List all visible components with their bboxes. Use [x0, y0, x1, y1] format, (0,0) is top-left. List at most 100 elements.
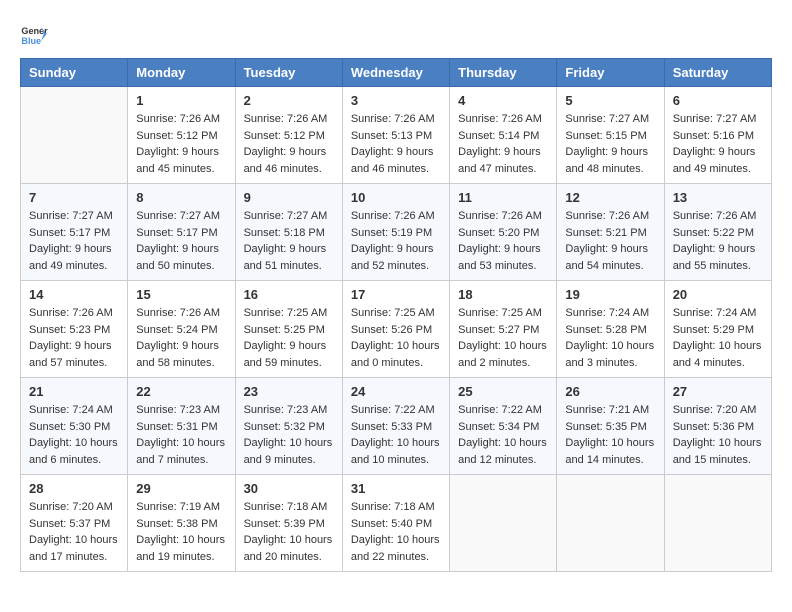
day-info: Sunrise: 7:23 AMSunset: 5:32 PMDaylight:…: [244, 402, 334, 468]
logo: General Blue: [20, 20, 52, 48]
weekday-header-sunday: Sunday: [21, 59, 128, 87]
day-number: 17: [351, 287, 441, 302]
calendar-cell: 5 Sunrise: 7:27 AMSunset: 5:15 PMDaylight…: [557, 87, 664, 184]
day-info: Sunrise: 7:18 AMSunset: 5:40 PMDaylight:…: [351, 499, 441, 565]
day-number: 22: [136, 384, 226, 399]
calendar-cell: 6 Sunrise: 7:27 AMSunset: 5:16 PMDaylight…: [664, 87, 771, 184]
day-info: Sunrise: 7:27 AMSunset: 5:17 PMDaylight:…: [29, 208, 119, 274]
calendar-cell: 2 Sunrise: 7:26 AMSunset: 5:12 PMDaylight…: [235, 87, 342, 184]
week-row-5: 28Sunrise: 7:20 AMSunset: 5:37 PMDayligh…: [21, 475, 772, 572]
calendar-cell: 16Sunrise: 7:25 AMSunset: 5:25 PMDayligh…: [235, 281, 342, 378]
calendar-cell: 4 Sunrise: 7:26 AMSunset: 5:14 PMDaylight…: [450, 87, 557, 184]
day-number: 21: [29, 384, 119, 399]
weekday-header-row: SundayMondayTuesdayWednesdayThursdayFrid…: [21, 59, 772, 87]
week-row-4: 21 Sunrise: 7:24 AMSunset: 5:30 PMDayligh…: [21, 378, 772, 475]
calendar-cell: 28Sunrise: 7:20 AMSunset: 5:37 PMDayligh…: [21, 475, 128, 572]
day-number: 12: [565, 190, 655, 205]
day-number: 31: [351, 481, 441, 496]
day-number: 13: [673, 190, 763, 205]
day-info: Sunrise: 7:26 AMSunset: 5:12 PMDaylight:…: [244, 111, 334, 177]
day-info: Sunrise: 7:27 AMSunset: 5:16 PMDaylight:…: [673, 111, 763, 177]
day-info: Sunrise: 7:25 AMSunset: 5:27 PMDaylight:…: [458, 305, 548, 371]
day-info: Sunrise: 7:23 AMSunset: 5:31 PMDaylight:…: [136, 402, 226, 468]
calendar-cell: 12 Sunrise: 7:26 AMSunset: 5:21 PMDayligh…: [557, 184, 664, 281]
day-info: Sunrise: 7:25 AMSunset: 5:26 PMDaylight:…: [351, 305, 441, 371]
day-info: Sunrise: 7:26 AMSunset: 5:22 PMDaylight:…: [673, 208, 763, 274]
calendar-cell: 1 Sunrise: 7:26 AMSunset: 5:12 PMDaylight…: [128, 87, 235, 184]
calendar-cell: 30 Sunrise: 7:18 AMSunset: 5:39 PMDayligh…: [235, 475, 342, 572]
calendar-cell: 29 Sunrise: 7:19 AMSunset: 5:38 PMDayligh…: [128, 475, 235, 572]
calendar-cell: 31 Sunrise: 7:18 AMSunset: 5:40 PMDayligh…: [342, 475, 449, 572]
calendar-cell: 11 Sunrise: 7:26 AMSunset: 5:20 PMDayligh…: [450, 184, 557, 281]
day-info: Sunrise: 7:20 AMSunset: 5:36 PMDaylight:…: [673, 402, 763, 468]
week-row-2: 7Sunrise: 7:27 AMSunset: 5:17 PMDaylight…: [21, 184, 772, 281]
day-info: Sunrise: 7:24 AMSunset: 5:30 PMDaylight:…: [29, 402, 119, 468]
weekday-header-friday: Friday: [557, 59, 664, 87]
day-info: Sunrise: 7:26 AMSunset: 5:13 PMDaylight:…: [351, 111, 441, 177]
week-row-3: 14Sunrise: 7:26 AMSunset: 5:23 PMDayligh…: [21, 281, 772, 378]
calendar-cell: 27 Sunrise: 7:20 AMSunset: 5:36 PMDayligh…: [664, 378, 771, 475]
day-number: 5: [565, 93, 655, 108]
calendar-cell: 8 Sunrise: 7:27 AMSunset: 5:17 PMDaylight…: [128, 184, 235, 281]
calendar-cell: 7Sunrise: 7:27 AMSunset: 5:17 PMDaylight…: [21, 184, 128, 281]
day-number: 8: [136, 190, 226, 205]
day-info: Sunrise: 7:26 AMSunset: 5:12 PMDaylight:…: [136, 111, 226, 177]
day-info: Sunrise: 7:27 AMSunset: 5:17 PMDaylight:…: [136, 208, 226, 274]
weekday-header-saturday: Saturday: [664, 59, 771, 87]
weekday-header-wednesday: Wednesday: [342, 59, 449, 87]
day-number: 27: [673, 384, 763, 399]
calendar-cell: 23 Sunrise: 7:23 AMSunset: 5:32 PMDayligh…: [235, 378, 342, 475]
calendar-cell: 17 Sunrise: 7:25 AMSunset: 5:26 PMDayligh…: [342, 281, 449, 378]
logo-icon: General Blue: [20, 20, 48, 48]
calendar-cell: 25Sunrise: 7:22 AMSunset: 5:34 PMDayligh…: [450, 378, 557, 475]
day-number: 29: [136, 481, 226, 496]
day-number: 4: [458, 93, 548, 108]
day-info: Sunrise: 7:27 AMSunset: 5:15 PMDaylight:…: [565, 111, 655, 177]
page-header: General Blue: [20, 20, 772, 48]
day-number: 20: [673, 287, 763, 302]
day-number: 16: [244, 287, 334, 302]
calendar-cell: 18 Sunrise: 7:25 AMSunset: 5:27 PMDayligh…: [450, 281, 557, 378]
calendar-cell: [450, 475, 557, 572]
calendar-cell: [664, 475, 771, 572]
day-info: Sunrise: 7:27 AMSunset: 5:18 PMDaylight:…: [244, 208, 334, 274]
calendar-cell: 22 Sunrise: 7:23 AMSunset: 5:31 PMDayligh…: [128, 378, 235, 475]
day-number: 30: [244, 481, 334, 496]
day-number: 6: [673, 93, 763, 108]
day-number: 23: [244, 384, 334, 399]
day-info: Sunrise: 7:18 AMSunset: 5:39 PMDaylight:…: [244, 499, 334, 565]
weekday-header-monday: Monday: [128, 59, 235, 87]
day-number: 28: [29, 481, 119, 496]
day-number: 2: [244, 93, 334, 108]
day-info: Sunrise: 7:19 AMSunset: 5:38 PMDaylight:…: [136, 499, 226, 565]
day-info: Sunrise: 7:24 AMSunset: 5:28 PMDaylight:…: [565, 305, 655, 371]
day-info: Sunrise: 7:21 AMSunset: 5:35 PMDaylight:…: [565, 402, 655, 468]
day-number: 11: [458, 190, 548, 205]
day-info: Sunrise: 7:22 AMSunset: 5:33 PMDaylight:…: [351, 402, 441, 468]
day-number: 1: [136, 93, 226, 108]
calendar-cell: [21, 87, 128, 184]
day-number: 24: [351, 384, 441, 399]
weekday-header-thursday: Thursday: [450, 59, 557, 87]
day-number: 15: [136, 287, 226, 302]
calendar-table: SundayMondayTuesdayWednesdayThursdayFrid…: [20, 58, 772, 572]
day-info: Sunrise: 7:26 AMSunset: 5:21 PMDaylight:…: [565, 208, 655, 274]
day-info: Sunrise: 7:26 AMSunset: 5:24 PMDaylight:…: [136, 305, 226, 371]
calendar-cell: 26Sunrise: 7:21 AMSunset: 5:35 PMDayligh…: [557, 378, 664, 475]
day-number: 18: [458, 287, 548, 302]
svg-text:Blue: Blue: [21, 36, 41, 46]
day-number: 3: [351, 93, 441, 108]
calendar-cell: 3 Sunrise: 7:26 AMSunset: 5:13 PMDaylight…: [342, 87, 449, 184]
calendar-cell: 15 Sunrise: 7:26 AMSunset: 5:24 PMDayligh…: [128, 281, 235, 378]
calendar-cell: [557, 475, 664, 572]
calendar-cell: 24 Sunrise: 7:22 AMSunset: 5:33 PMDayligh…: [342, 378, 449, 475]
calendar-cell: 10Sunrise: 7:26 AMSunset: 5:19 PMDayligh…: [342, 184, 449, 281]
calendar-cell: 13 Sunrise: 7:26 AMSunset: 5:22 PMDayligh…: [664, 184, 771, 281]
day-info: Sunrise: 7:26 AMSunset: 5:14 PMDaylight:…: [458, 111, 548, 177]
week-row-1: 1 Sunrise: 7:26 AMSunset: 5:12 PMDaylight…: [21, 87, 772, 184]
day-number: 14: [29, 287, 119, 302]
calendar-cell: 14Sunrise: 7:26 AMSunset: 5:23 PMDayligh…: [21, 281, 128, 378]
day-info: Sunrise: 7:26 AMSunset: 5:20 PMDaylight:…: [458, 208, 548, 274]
calendar-cell: 20Sunrise: 7:24 AMSunset: 5:29 PMDayligh…: [664, 281, 771, 378]
day-number: 25: [458, 384, 548, 399]
